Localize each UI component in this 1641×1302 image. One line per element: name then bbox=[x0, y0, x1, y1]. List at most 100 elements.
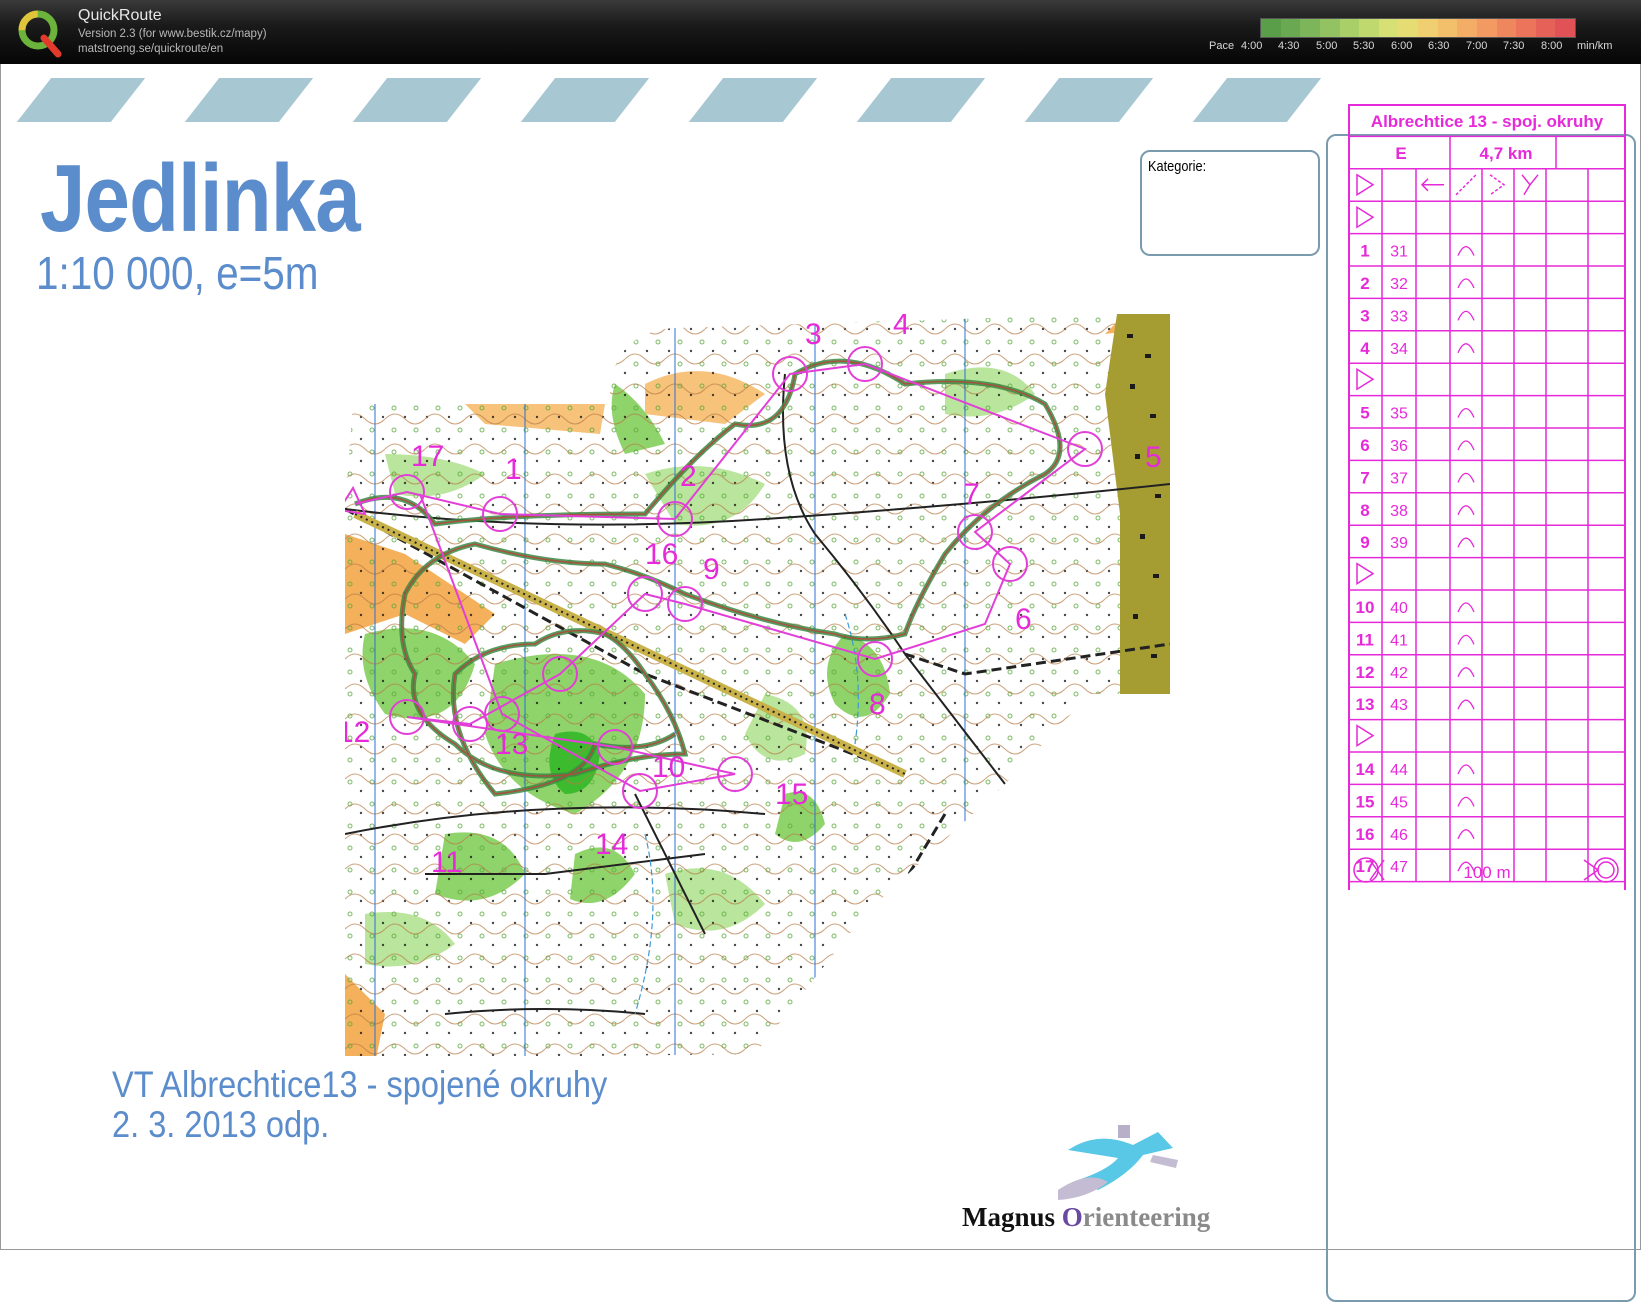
control-number: 7 bbox=[963, 478, 980, 511]
map-scale: 1:10 000, e=5m bbox=[36, 247, 319, 299]
control-sequence-number: 7 bbox=[1360, 468, 1369, 487]
control-number: 9 bbox=[703, 553, 720, 586]
header-stripe bbox=[16, 78, 146, 122]
control-sequence-number: 1 bbox=[1360, 242, 1369, 261]
feature-symbol-icon bbox=[1457, 537, 1475, 548]
pace-color-cell bbox=[1555, 19, 1575, 37]
app-version: Version 2.3 (for www.bestik.cz/mapy) bbox=[78, 28, 267, 40]
category-label: Kategorie: bbox=[1148, 158, 1207, 175]
control-row: 10 40 bbox=[1356, 598, 1475, 617]
control-sequence-number: 3 bbox=[1360, 306, 1369, 325]
header-stripe bbox=[1192, 78, 1322, 122]
control-row: 13 43 bbox=[1356, 695, 1475, 714]
orienteering-map[interactable]: 1 2 3 4 5 6 7 8 9 10 11 12 13 14 15 16 1… bbox=[345, 314, 1170, 1064]
control-number: 6 bbox=[1015, 603, 1032, 636]
control-code: 33 bbox=[1390, 308, 1408, 325]
feature-symbol-icon bbox=[1457, 440, 1475, 451]
club-logo-text: Magnus Orienteering bbox=[962, 1202, 1210, 1233]
pace-color-cell bbox=[1496, 19, 1517, 37]
feature-symbol-icon bbox=[1457, 310, 1475, 321]
map-title: Jedlinka bbox=[40, 145, 361, 252]
pace-color-cell bbox=[1535, 19, 1556, 37]
pace-color-cell bbox=[1378, 19, 1399, 37]
control-number: 15 bbox=[775, 778, 808, 811]
control-code: 31 bbox=[1390, 244, 1408, 261]
feature-symbol-icon bbox=[1457, 602, 1475, 613]
header-stripe bbox=[856, 78, 986, 122]
control-sequence-number: 6 bbox=[1360, 436, 1369, 455]
feature-symbol-icon bbox=[1457, 472, 1475, 483]
feature-symbol-icon bbox=[1457, 343, 1475, 354]
control-number: 13 bbox=[495, 728, 528, 761]
control-code: 42 bbox=[1390, 665, 1408, 682]
feature-symbol-icon bbox=[1457, 699, 1475, 710]
pace-color-cell bbox=[1437, 19, 1458, 37]
control-row: 7 37 bbox=[1360, 468, 1475, 487]
control-sequence-number: 12 bbox=[1356, 663, 1375, 682]
header-stripe bbox=[184, 78, 314, 122]
control-row: 11 41 bbox=[1356, 630, 1475, 649]
control-number: 8 bbox=[869, 688, 886, 721]
feature-symbol-icon bbox=[1457, 796, 1475, 807]
feature-symbol-icon bbox=[1457, 245, 1475, 256]
start-triangle-icon bbox=[1356, 367, 1375, 391]
feature-symbol-icon bbox=[1457, 829, 1475, 840]
control-row: 15 45 bbox=[1356, 792, 1475, 811]
control-code: 38 bbox=[1390, 503, 1408, 520]
pace-tick: 5:00 bbox=[1316, 40, 1338, 52]
control-code: 43 bbox=[1390, 697, 1408, 714]
control-sequence-number: 15 bbox=[1356, 792, 1375, 811]
course-class: E bbox=[1395, 144, 1406, 163]
pace-tick: 7:00 bbox=[1466, 40, 1488, 52]
control-code: 32 bbox=[1390, 276, 1408, 293]
pace-color-cell bbox=[1339, 19, 1360, 37]
app-url: matstroeng.se/quickroute/en bbox=[78, 43, 224, 55]
pace-tick: 4:00 bbox=[1241, 40, 1263, 52]
pace-tick: 6:00 bbox=[1391, 40, 1413, 52]
control-row: 4 34 bbox=[1360, 339, 1475, 358]
pace-color-cell bbox=[1359, 19, 1379, 37]
course-title: Albrechtice 13 - spoj. okruhy bbox=[1371, 112, 1604, 131]
pace-tick: 5:30 bbox=[1353, 40, 1375, 52]
control-code: 39 bbox=[1390, 535, 1408, 552]
pace-color-legend: Pace 4:00 4:30 5:00 5:30 6:00 6:30 7:00 … bbox=[1209, 18, 1633, 58]
control-number: 11 bbox=[431, 846, 462, 879]
start-triangle-icon bbox=[1356, 562, 1375, 585]
control-code: 36 bbox=[1390, 438, 1408, 455]
control-code: 40 bbox=[1390, 600, 1408, 617]
event-name: VT Albrechtice13 - spojené okruhy bbox=[112, 1064, 608, 1105]
control-row: 16 46 bbox=[1356, 825, 1475, 844]
feature-symbol-icon bbox=[1457, 505, 1475, 516]
control-code: 44 bbox=[1390, 762, 1408, 779]
control-number: 5 bbox=[1145, 441, 1162, 474]
pace-color-cell bbox=[1261, 19, 1281, 37]
start-row bbox=[1356, 562, 1375, 585]
feature-symbol-icon bbox=[1457, 407, 1475, 418]
start-row bbox=[1356, 724, 1375, 747]
control-sequence-number: 5 bbox=[1360, 404, 1369, 423]
control-row: 8 38 bbox=[1360, 501, 1475, 520]
control-sequence-number: 14 bbox=[1356, 760, 1375, 779]
control-row: 9 39 bbox=[1360, 533, 1475, 552]
control-code: 41 bbox=[1390, 632, 1408, 649]
pace-color-cell bbox=[1516, 19, 1536, 37]
pace-color-cell bbox=[1398, 19, 1418, 37]
finish-inner-circle-icon bbox=[1597, 861, 1615, 879]
course-length: 4,7 km bbox=[1480, 144, 1533, 163]
app-title: QuickRoute bbox=[78, 7, 162, 24]
feature-symbol-icon bbox=[1457, 764, 1475, 775]
feature-symbol-icon bbox=[1457, 278, 1475, 289]
header-stripe bbox=[352, 78, 482, 122]
control-sequence-number: 11 bbox=[1356, 630, 1374, 649]
control-number: 2 bbox=[680, 460, 697, 493]
control-sequence-number: 4 bbox=[1360, 339, 1370, 358]
start-row bbox=[1356, 367, 1375, 391]
header-stripe bbox=[520, 78, 650, 122]
quickroute-logo-icon bbox=[18, 10, 62, 58]
control-row: 5 35 bbox=[1360, 404, 1475, 423]
control-number: 10 bbox=[652, 751, 685, 784]
control-sequence-number: 16 bbox=[1356, 825, 1375, 844]
header-stripe bbox=[688, 78, 818, 122]
column-header-symbols bbox=[1356, 173, 1539, 197]
event-date: 2. 3. 2013 odp. bbox=[112, 1104, 330, 1145]
